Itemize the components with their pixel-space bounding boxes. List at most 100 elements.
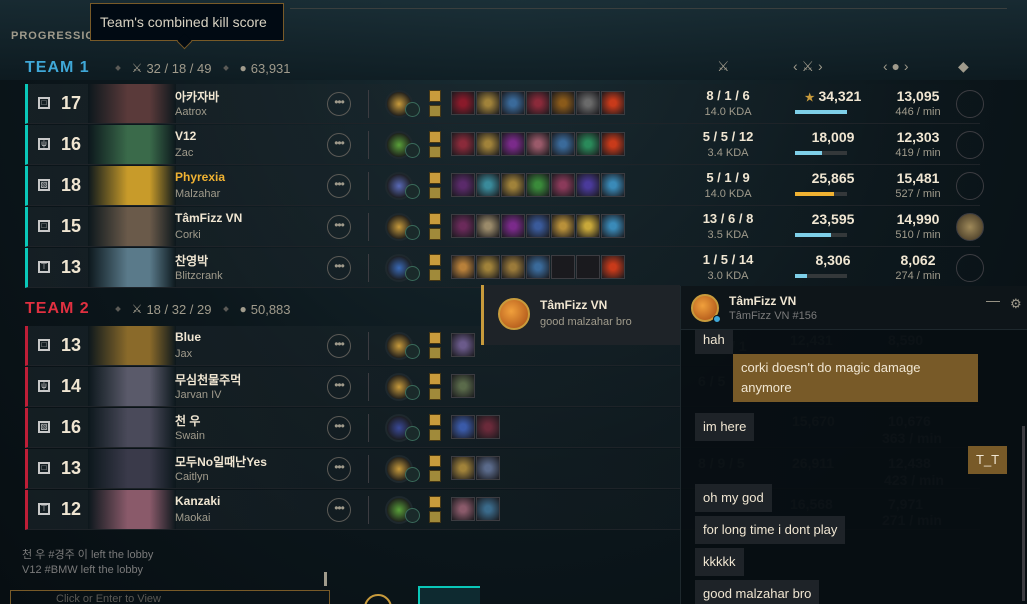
item-icon[interactable] [601,132,625,156]
item-icon[interactable] [601,173,625,197]
chat-scroll-handle[interactable] [324,572,327,586]
player-row[interactable]: ⊤ 13 찬영박 Blitzcrank ••• 1 / 5 / 14 3.0 KDA 8,3… [25,248,984,288]
item-icon[interactable] [576,255,600,279]
item-icon[interactable] [601,91,625,115]
chat-scrollbar[interactable] [1022,426,1025,601]
item-icon[interactable] [476,132,500,156]
item-icon[interactable] [476,214,500,238]
summoner-name[interactable]: Blue [175,330,201,344]
more-options-button[interactable]: ••• [327,334,351,358]
summoner-name[interactable]: V12 [175,129,196,143]
item-icon[interactable] [551,132,575,156]
item-icon[interactable] [451,415,475,439]
summoner-name[interactable]: TâmFizz VN [175,211,242,225]
item-icon[interactable] [476,497,500,521]
item-icon[interactable] [451,497,475,521]
summoner-name[interactable]: 찬영박 [175,252,208,269]
more-options-button[interactable]: ••• [327,133,351,157]
item-icon[interactable] [476,91,500,115]
champion-level: 13 [61,335,82,355]
more-options-button[interactable]: ••• [327,256,351,280]
lobby-chat-input[interactable]: Click or Enter to View [10,590,330,604]
champion-level: 16 [61,134,82,154]
more-options-button[interactable]: ••• [327,375,351,399]
summoner-name[interactable]: Phyrexia [175,170,225,184]
team1-header: TEAM 1 ⚔ 32 / 18 / 49 ● 63,931 [25,58,291,78]
item-icon[interactable] [526,173,550,197]
item-icon[interactable] [451,91,475,115]
secondary-rune-icon [405,184,420,199]
item-icon[interactable] [601,255,625,279]
more-options-button[interactable]: ••• [327,174,351,198]
more-options-button[interactable]: ••• [327,416,351,440]
tab-progression[interactable]: PROGRESSIO [11,30,95,42]
summoner-name[interactable]: 아카자바 [175,88,219,105]
minimize-icon[interactable]: — [986,292,1000,308]
team2-kill-score[interactable]: 18 / 32 / 29 [146,302,211,317]
summoner-spell-icon [429,455,441,467]
honor-button[interactable] [956,172,984,200]
item-icon[interactable] [501,132,525,156]
player-row[interactable]: ▧ 18 Phyrexia Malzahar ••• 5 / 1 / 9 14.0 KDA … [25,166,984,206]
item-icon[interactable] [451,333,475,357]
honor-button[interactable] [956,213,984,241]
summoner-name[interactable]: 모두No일때난Yes [175,453,267,470]
player-row[interactable]: □ 17 아카자바 Aatrox ••• 8 / 1 / 6 14.0 KDA ★ 34,32… [25,84,984,124]
summoner-name[interactable]: Kanzaki [175,494,220,508]
more-options-button[interactable]: ••• [327,457,351,481]
champion-portrait [88,367,176,406]
item-icon[interactable] [451,374,475,398]
item-icon[interactable] [476,255,500,279]
item-icon[interactable] [576,132,600,156]
more-options-button[interactable]: ••• [327,92,351,116]
role-icon: □ [38,339,50,351]
damage-column-selector[interactable]: ‹ ⚔ › [793,58,823,75]
item-icon[interactable] [476,456,500,480]
summoner-name[interactable]: 천 우 [175,412,200,429]
summoner-spell-icon [429,414,441,426]
item-icon[interactable] [501,173,525,197]
item-icon[interactable] [576,214,600,238]
damage-value: 18,009 [788,129,878,145]
summoner-spell-icon [429,388,441,400]
item-icon[interactable] [551,255,575,279]
player-row[interactable]: ψ 16 V12 Zac ••• 5 / 5 / 12 3.4 KDA 18,009 12,3… [25,125,984,165]
gold-column-selector[interactable]: ‹ ● › [883,58,909,74]
player-row[interactable]: □ 15 TâmFizz VN Corki ••• 13 / 6 / 8 3.5 KDA 2… [25,207,984,247]
item-icon[interactable] [501,255,525,279]
item-icon[interactable] [576,91,600,115]
item-icon[interactable] [451,456,475,480]
item-icon[interactable] [576,173,600,197]
more-options-button[interactable]: ••• [327,215,351,239]
item-icon[interactable] [451,132,475,156]
honor-button[interactable] [956,254,984,282]
item-icon[interactable] [451,255,475,279]
item-icon[interactable] [551,91,575,115]
honor-button[interactable] [956,90,984,118]
item-icon[interactable] [526,214,550,238]
team1-kill-score[interactable]: 32 / 18 / 49 [146,61,211,76]
item-icon[interactable] [526,91,550,115]
item-icon[interactable] [501,91,525,115]
item-icon[interactable] [451,214,475,238]
item-icon[interactable] [551,214,575,238]
item-icon[interactable] [501,214,525,238]
damage-bar [795,110,847,114]
item-icon[interactable] [526,255,550,279]
item-icon[interactable] [526,132,550,156]
kda-ratio: 14.0 KDA [704,188,752,200]
item-icon[interactable] [551,173,575,197]
summoner-name[interactable]: 무심천물주먹 [175,371,241,388]
play-again-button-edge[interactable] [364,594,392,604]
message-notification[interactable]: TâmFizz VN good malzahar bro [481,285,680,345]
continue-button-edge[interactable] [418,586,480,604]
item-icon[interactable] [476,173,500,197]
more-options-button[interactable]: ••• [327,498,351,522]
item-icon[interactable] [476,415,500,439]
item-icon[interactable] [601,214,625,238]
chat-header[interactable]: TâmFizz VN TâmFizz VN #156 — ⚙ [681,286,1027,330]
honor-button[interactable] [956,131,984,159]
secondary-rune-icon [405,467,420,482]
item-icon[interactable] [451,173,475,197]
gear-icon[interactable]: ⚙ [1010,296,1022,312]
